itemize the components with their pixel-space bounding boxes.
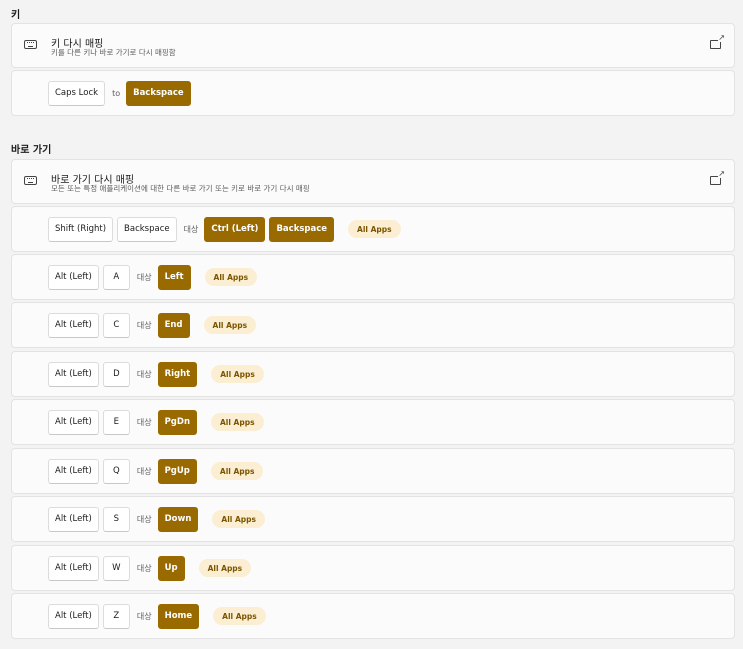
all-apps-badge: All Apps — [213, 607, 266, 625]
source-shortcut-key: Alt (Left) — [48, 361, 99, 387]
target-shortcut-key: Left — [157, 264, 191, 290]
source-key: Caps Lock — [48, 80, 106, 106]
remap-keys-subtitle: 키를 다른 키나 바로 가기로 다시 매핑함 — [51, 48, 176, 57]
target-separator: 대상 — [136, 417, 152, 427]
target-shortcut-key: Backspace — [269, 216, 335, 242]
source-shortcut-key: W — [102, 555, 130, 581]
target-separator: 대상 — [136, 320, 152, 330]
shortcuts-section-title: 바로 가기 — [11, 145, 52, 156]
target-separator: 대상 — [136, 514, 152, 524]
shortcut-row: Alt (Left) S 대상 Down All Apps — [11, 496, 735, 542]
target-key: Backspace — [126, 80, 191, 106]
source-shortcut-key: Backspace — [117, 216, 177, 242]
shortcut-row: Alt (Left) E 대상 PgDn All Apps — [11, 399, 735, 445]
target-separator: 대상 — [136, 272, 152, 282]
target-shortcut-key: Down — [157, 506, 199, 532]
source-shortcut-key: Alt (Left) — [48, 312, 99, 338]
keyboard-icon — [24, 176, 37, 185]
keys-section-title: 키 — [11, 10, 21, 21]
source-shortcut-key: Shift (Right) — [48, 216, 114, 242]
source-shortcut-key: S — [102, 506, 130, 532]
keyboard-icon — [24, 40, 37, 49]
source-shortcut-key: Alt (Left) — [48, 409, 99, 435]
target-shortcut-key: Home — [157, 603, 200, 629]
open-external-icon[interactable] — [710, 170, 725, 185]
source-shortcut-key: Alt (Left) — [48, 603, 99, 629]
target-separator: 대상 — [136, 563, 152, 573]
source-shortcut-key: Q — [102, 458, 130, 484]
target-shortcut-key: Ctrl (Left) — [204, 216, 266, 242]
all-apps-badge: All Apps — [348, 220, 401, 238]
open-external-icon[interactable] — [710, 34, 725, 49]
remap-separator: to — [112, 88, 121, 98]
source-shortcut-key: Alt (Left) — [48, 264, 99, 290]
key-remap-row: Caps Lock to Backspace — [11, 70, 735, 116]
all-apps-badge: All Apps — [211, 413, 264, 431]
remap-keys-card[interactable]: 키 다시 매핑 키를 다른 키나 바로 가기로 다시 매핑함 — [11, 23, 735, 68]
source-shortcut-key: C — [102, 312, 130, 338]
all-apps-badge: All Apps — [198, 559, 252, 577]
source-shortcut-key: Alt (Left) — [48, 555, 99, 581]
remap-shortcuts-subtitle: 모든 또는 특정 애플리케이션에 대한 다른 바로 가기 또는 키로 바로 가기… — [51, 184, 310, 193]
target-shortcut-key: PgUp — [157, 458, 197, 484]
all-apps-badge: All Apps — [210, 462, 264, 480]
target-separator: 대상 — [136, 466, 152, 476]
shortcut-row: Alt (Left) D 대상 Right All Apps — [11, 351, 735, 397]
target-shortcut-key: End — [157, 312, 190, 338]
shortcut-row: Alt (Left) C 대상 End All Apps — [11, 302, 735, 348]
all-apps-badge: All Apps — [203, 316, 257, 334]
target-separator: 대상 — [136, 369, 152, 379]
shortcut-row: Alt (Left) A 대상 Left All Apps — [11, 254, 735, 300]
all-apps-badge: All Apps — [212, 510, 265, 528]
source-shortcut-key: A — [102, 264, 130, 290]
target-separator: 대상 — [136, 611, 152, 621]
shortcut-row: Alt (Left) Q 대상 PgUp All Apps — [11, 448, 735, 494]
shortcut-row: Alt (Left) Z 대상 Home All Apps — [11, 593, 735, 639]
source-shortcut-key: D — [102, 361, 130, 387]
source-shortcut-key: Z — [102, 603, 130, 629]
target-separator: 대상 — [183, 224, 199, 234]
target-shortcut-key: Right — [157, 361, 198, 387]
source-shortcut-key: Alt (Left) — [48, 458, 99, 484]
all-apps-badge: All Apps — [211, 365, 264, 383]
target-shortcut-key: Up — [157, 555, 185, 581]
source-shortcut-key: Alt (Left) — [48, 506, 99, 532]
shortcut-row: Alt (Left) W 대상 Up All Apps — [11, 545, 735, 591]
all-apps-badge: All Apps — [204, 268, 258, 286]
source-shortcut-key: E — [102, 409, 130, 435]
remap-shortcuts-card[interactable]: 바로 가기 다시 매핑 모든 또는 특정 애플리케이션에 대한 다른 바로 가기… — [11, 159, 735, 204]
shortcut-row: Shift (Right) Backspace 대상 Ctrl (Left) Backs… — [11, 206, 735, 252]
target-shortcut-key: PgDn — [157, 409, 197, 435]
